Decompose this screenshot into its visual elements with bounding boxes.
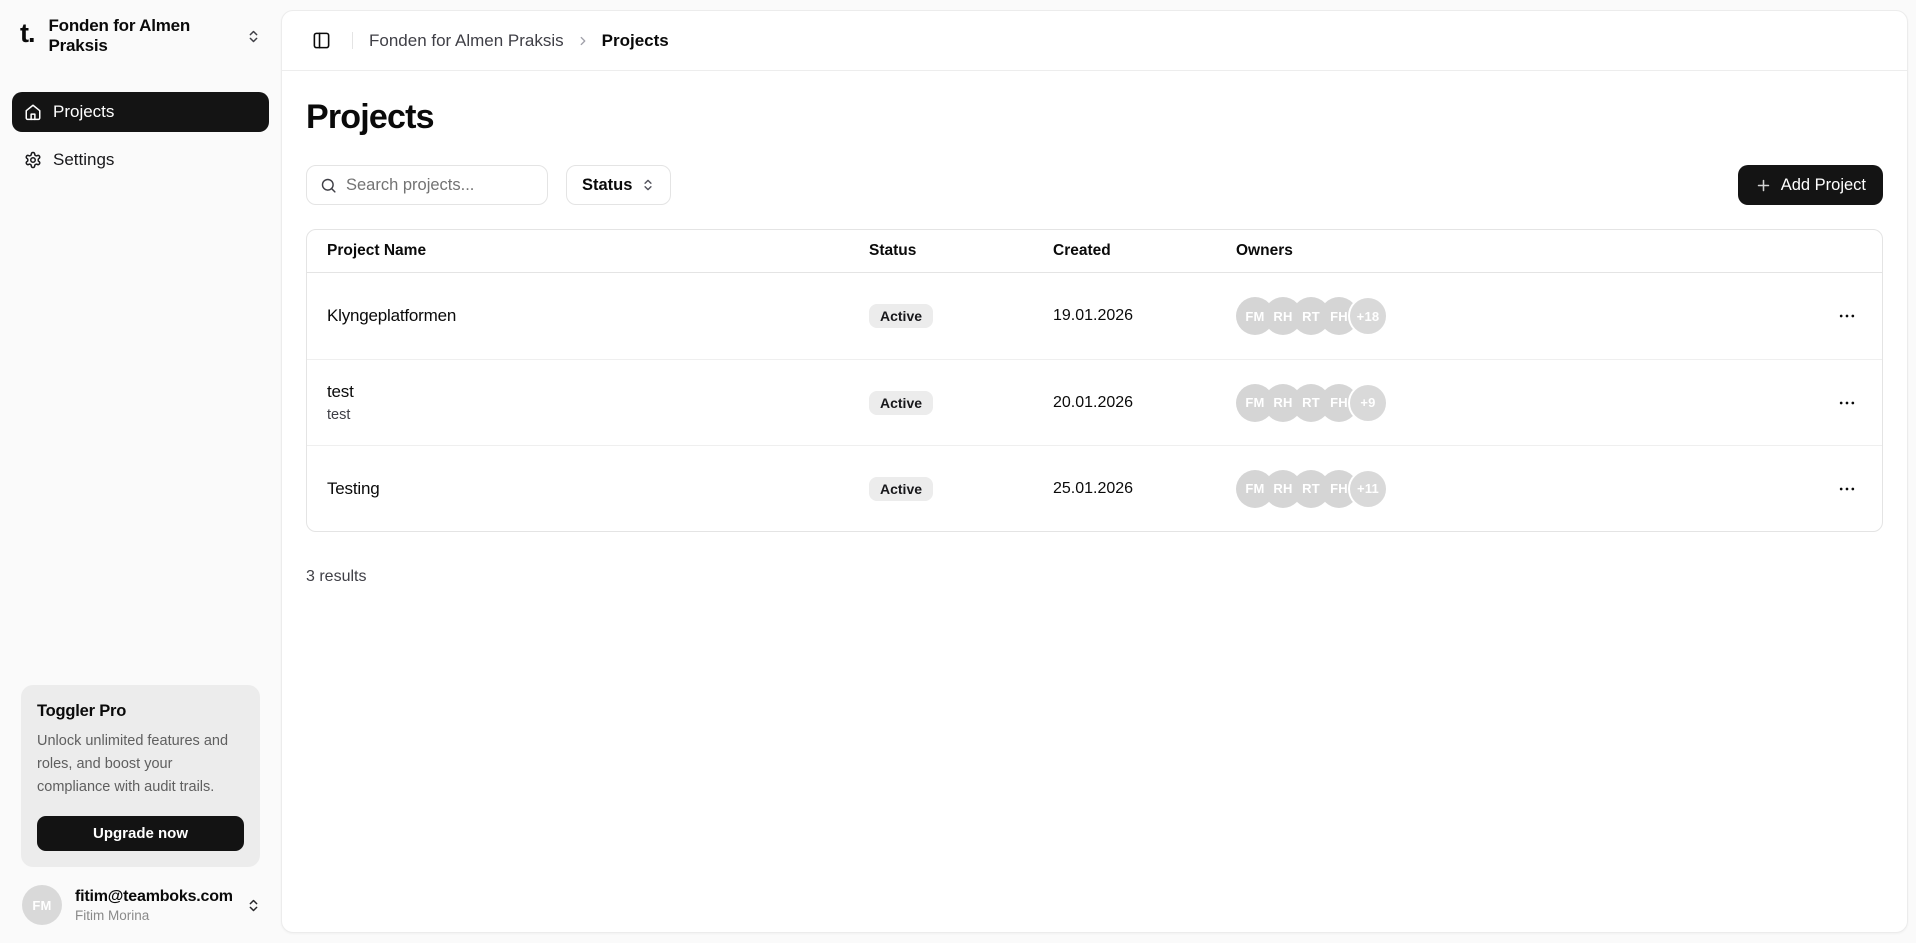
controls-row: Status Add Project [306,165,1883,205]
plus-icon [1755,177,1772,194]
workspace-switcher[interactable]: t. Fonden for Almen Praksis [12,18,269,54]
sidebar-toggle-button[interactable] [306,26,336,56]
sidebar-item-label: Projects [53,102,114,122]
divider [352,32,353,49]
status-badge: Active [869,477,933,501]
page-content: Projects Status Add Project [282,97,1907,586]
table-body: Klyngeplatformen Active 19.01.2026 FMRHR… [307,273,1882,531]
search-icon [320,177,337,194]
status-cell: Active [869,477,1053,501]
upgrade-promo-card: Toggler Pro Unlock unlimited features an… [21,685,260,867]
topbar: Fonden for Almen Praksis Projects [282,11,1907,71]
actions-cell [1802,388,1862,418]
projects-table: Project Name Status Created Owners Klyng… [306,229,1883,532]
user-avatar: FM [22,885,62,925]
sidebar-item-settings[interactable]: Settings [12,140,269,180]
status-cell: Active [869,391,1053,415]
owner-overflow-avatar: +11 [1348,469,1388,509]
chevrons-up-down-icon [246,29,261,44]
table-header-row: Project Name Status Created Owners [307,230,1882,273]
main-content-card: Fonden for Almen Praksis Projects Projec… [281,10,1908,933]
promo-title: Toggler Pro [37,702,244,721]
chevrons-up-down-icon [246,898,261,913]
owner-overflow-avatar: +18 [1348,296,1388,336]
sidebar-nav: Projects Settings [12,92,269,180]
ellipsis-icon [1837,479,1857,499]
column-header-project-name: Project Name [327,242,869,260]
actions-cell [1802,474,1862,504]
chevron-right-icon [576,34,590,48]
column-header-created: Created [1053,242,1236,260]
column-header-status: Status [869,242,1053,260]
project-name: Klyngeplatformen [327,306,869,326]
status-filter-label: Status [582,176,632,195]
user-menu[interactable]: FM fitim@teamboks.com Fitim Morina [12,885,269,927]
created-date: 25.01.2026 [1053,480,1236,498]
app-logo: t. [20,20,35,53]
results-count: 3 results [306,568,1883,586]
breadcrumb-workspace-link[interactable]: Fonden for Almen Praksis [369,31,564,51]
search-box[interactable] [306,165,548,205]
breadcrumb: Fonden for Almen Praksis Projects [369,31,669,51]
table-row[interactable]: Testing Active 25.01.2026 FMRHRTFH+11 [307,445,1882,531]
project-description: test [327,407,869,423]
project-name-cell: Testing [327,479,869,499]
owners-avatar-group: FMRHRTFH+18 [1236,296,1802,336]
status-badge: Active [869,304,933,328]
created-date: 20.01.2026 [1053,394,1236,412]
status-cell: Active [869,304,1053,328]
owner-overflow-avatar: +9 [1348,383,1388,423]
upgrade-now-button[interactable]: Upgrade now [37,816,244,851]
user-email: fitim@teamboks.com [75,888,233,906]
chevrons-up-down-icon [641,178,655,192]
row-actions-button[interactable] [1832,301,1862,331]
user-name: Fitim Morina [75,908,233,923]
status-badge: Active [869,391,933,415]
project-name: Testing [327,479,869,499]
sidebar-item-label: Settings [53,150,114,170]
page-title: Projects [306,97,1883,137]
row-actions-button[interactable] [1832,388,1862,418]
gear-icon [24,151,42,169]
ellipsis-icon [1837,393,1857,413]
sidebar-item-projects[interactable]: Projects [12,92,269,132]
project-name-cell: Klyngeplatformen [327,306,869,326]
add-project-label: Add Project [1781,176,1866,195]
table-row[interactable]: Klyngeplatformen Active 19.01.2026 FMRHR… [307,273,1882,359]
promo-description: Unlock unlimited features and roles, and… [37,730,244,799]
sidebar: t. Fonden for Almen Praksis Projects Set… [0,0,281,943]
project-name-cell: test test [327,382,869,423]
status-filter-button[interactable]: Status [566,165,671,205]
actions-cell [1802,301,1862,331]
column-header-owners: Owners [1236,242,1802,260]
home-icon [24,103,42,121]
owners-avatar-group: FMRHRTFH+9 [1236,383,1802,423]
owners-avatar-group: FMRHRTFH+11 [1236,469,1802,509]
table-row[interactable]: test test Active 20.01.2026 FMRHRTFH+9 [307,359,1882,445]
created-date: 19.01.2026 [1053,307,1236,325]
breadcrumb-current: Projects [602,31,669,51]
add-project-button[interactable]: Add Project [1738,165,1883,205]
ellipsis-icon [1837,306,1857,326]
project-name: test [327,382,869,402]
workspace-name: Fonden for Almen Praksis [49,16,233,56]
panel-left-icon [312,31,331,50]
row-actions-button[interactable] [1832,474,1862,504]
search-input[interactable] [346,176,534,195]
